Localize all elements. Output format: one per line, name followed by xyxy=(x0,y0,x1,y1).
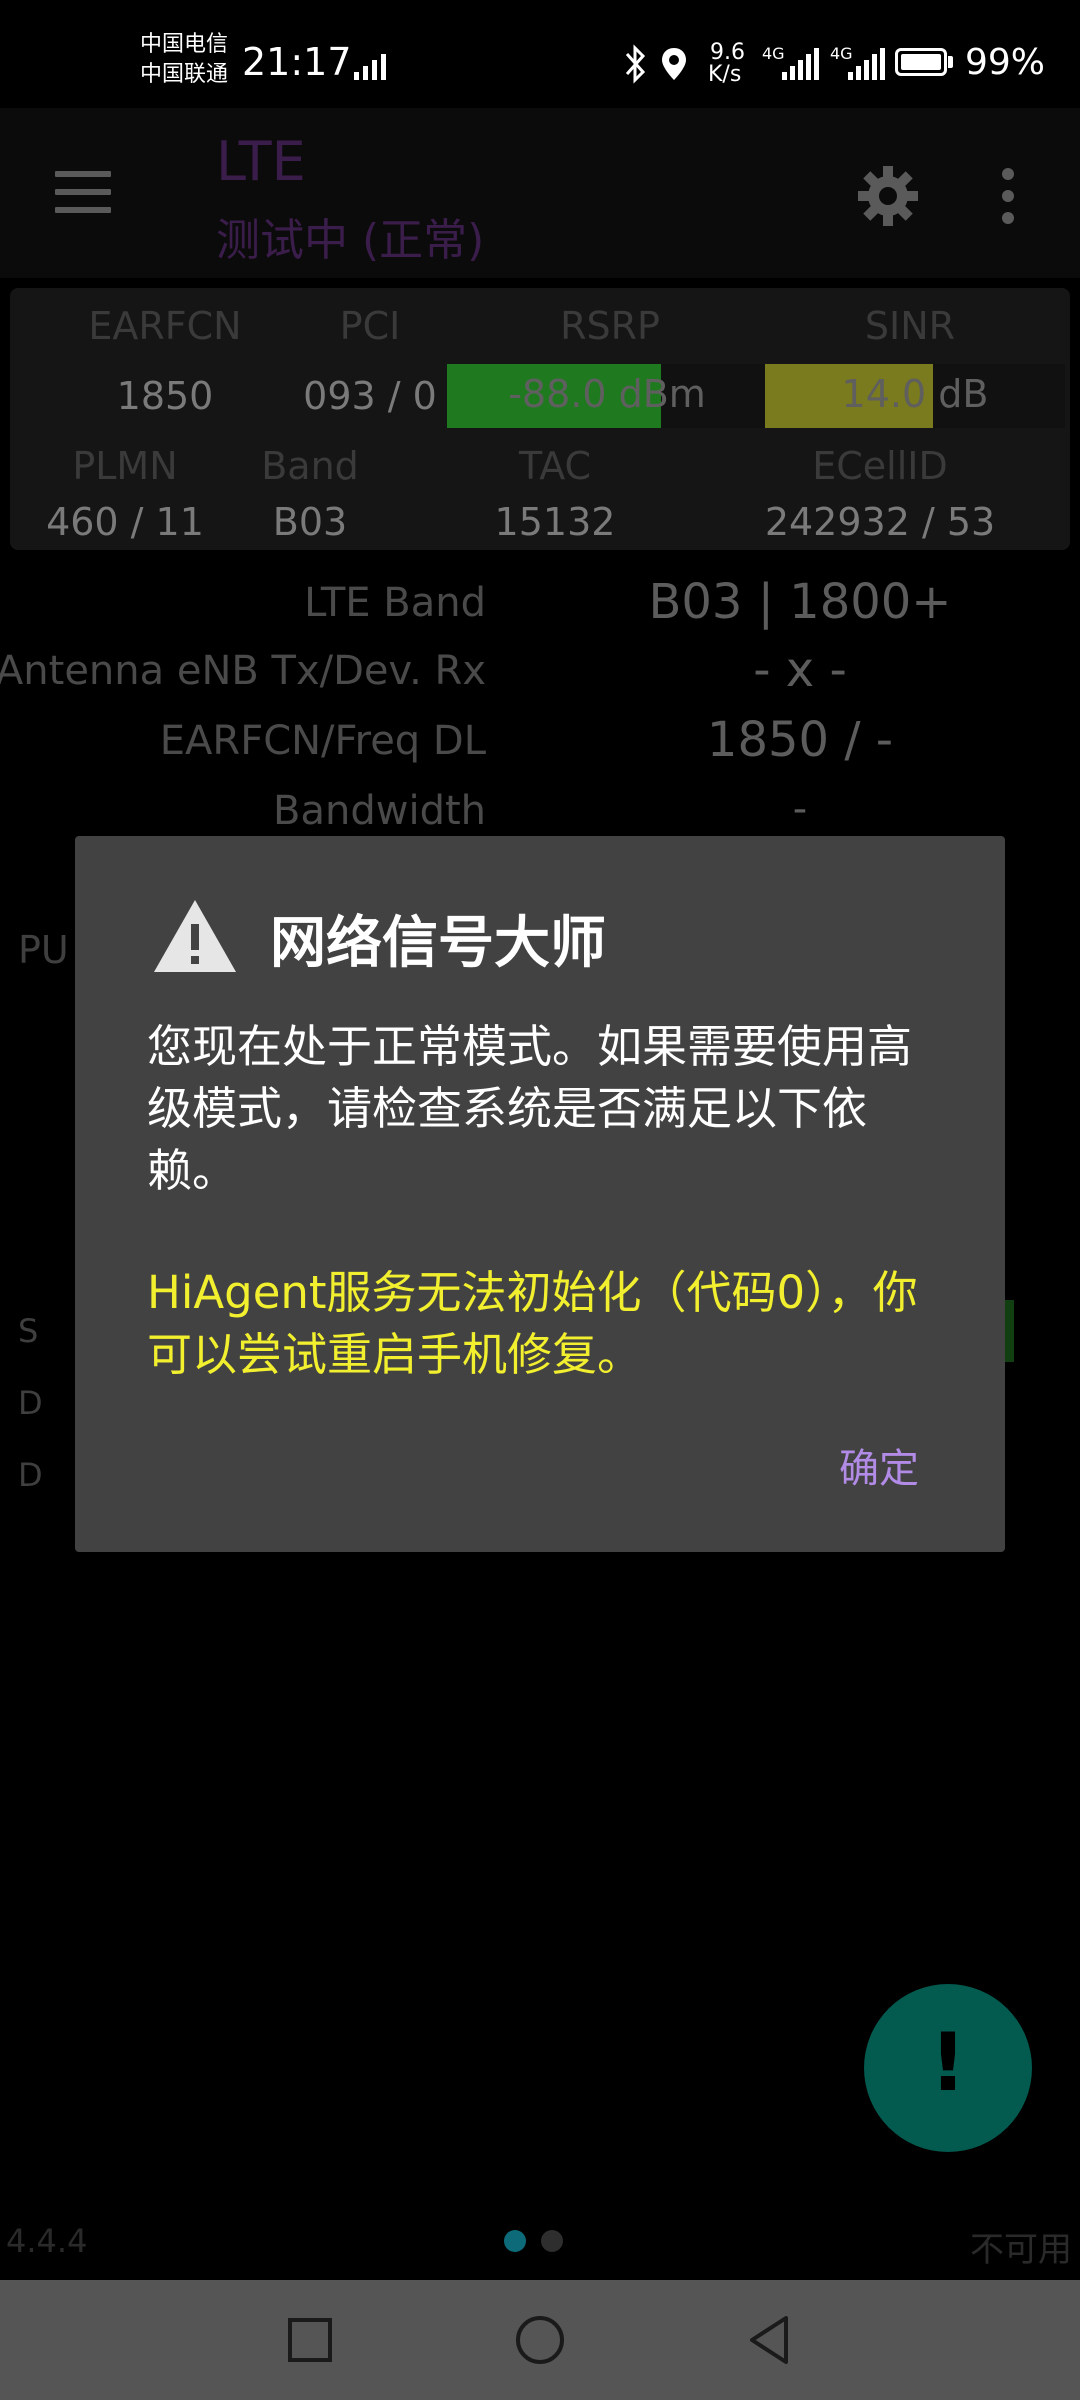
more-options-icon[interactable] xyxy=(1002,168,1018,224)
page-indicator-inactive[interactable] xyxy=(541,2230,563,2252)
value-plmn: 460 / 11 xyxy=(46,500,204,544)
toolbar-subtitle: 测试中 (正常) xyxy=(216,215,485,266)
detail-value-bandwidth: - xyxy=(792,786,808,832)
rsrp-bar: -88.0 dBm xyxy=(447,364,767,428)
detail-label-lte-band: LTE Band xyxy=(304,580,486,626)
value-rsrp: -88.0 dBm xyxy=(508,372,706,416)
signal-2-icon xyxy=(848,48,885,80)
dialog-title: 网络信号大师 xyxy=(270,911,606,976)
carrier-2: 中国联通 xyxy=(140,62,229,87)
back-icon[interactable] xyxy=(740,2310,800,2370)
wifi-call-icon xyxy=(354,54,386,80)
sinr-bar: 14.0 dB xyxy=(765,364,1065,428)
version-label: 4.4.4 xyxy=(6,2222,88,2260)
battery-tip xyxy=(948,56,953,68)
app-toolbar: LTE 测试中 (正常) xyxy=(0,108,1080,278)
value-band: B03 xyxy=(272,500,348,544)
toolbar-title: LTE xyxy=(216,130,306,193)
value-earfcn: 1850 xyxy=(116,374,214,418)
value-ecellid: 242932 / 53 xyxy=(764,500,996,544)
header-plmn: PLMN xyxy=(72,444,178,488)
side-label-s: S xyxy=(18,1312,39,1350)
warning-icon xyxy=(154,900,236,972)
carrier-labels: 中国电信 中国联通 xyxy=(140,30,228,90)
status-bar: 中国电信 中国联通 21:17 9.6 K/s 4G 4G 99% xyxy=(0,0,1080,108)
battery-percent: 99% xyxy=(965,42,1046,83)
side-indicator xyxy=(1004,1300,1014,1362)
recents-icon[interactable] xyxy=(280,2310,340,2370)
home-icon[interactable] xyxy=(510,2310,570,2370)
carrier-1: 中国电信 xyxy=(140,32,229,57)
value-tac: 15132 xyxy=(494,500,616,544)
system-navigation-bar xyxy=(0,2280,1080,2400)
ok-button[interactable]: 确定 xyxy=(839,1436,919,1494)
page-indicator-active[interactable] xyxy=(504,2230,526,2252)
detail-value-earfcn-freq: 1850 / - xyxy=(706,712,894,768)
cell-info-panel: EARFCN PCI RSRP SINR 1850 093 / 0 -88.0 … xyxy=(10,288,1070,550)
alert-fab[interactable]: ! xyxy=(864,1984,1032,2152)
signal-1-icon xyxy=(782,48,819,80)
gear-icon[interactable] xyxy=(856,164,920,228)
value-sinr: 14.0 dB xyxy=(841,372,989,416)
exclamation-icon: ! xyxy=(929,2016,967,2109)
dialog-warning-text: HiAgent服务无法初始化（代码0），你可以尝试重启手机修复。 xyxy=(147,1266,918,1381)
battery-icon xyxy=(895,48,947,76)
detail-label-antenna: Antenna eNB Tx/Dev. Rx xyxy=(0,648,486,694)
header-sinr: SINR xyxy=(864,304,956,348)
header-ecellid: ECellID xyxy=(812,444,948,488)
side-label-pu: PU xyxy=(18,928,69,972)
detail-value-lte-band: B03 | 1800+ xyxy=(648,574,952,630)
header-pci: PCI xyxy=(339,304,401,348)
speed-unit: K/s xyxy=(708,62,742,87)
header-earfcn: EARFCN xyxy=(88,304,242,348)
value-pci: 093 / 0 xyxy=(303,374,437,418)
dialog-message: 您现在处于正常模式。如果需要使用高级模式，请检查系统是否满足以下依赖。 xyxy=(147,1020,913,1197)
detail-value-antenna: - x - xyxy=(753,642,847,698)
side-label-d2: D xyxy=(18,1456,43,1494)
side-label-d1: D xyxy=(18,1384,43,1422)
header-tac: TAC xyxy=(518,444,592,488)
clock: 21:17 xyxy=(242,40,352,84)
status-label: 不可用 xyxy=(970,2230,1072,2270)
screen: 中国电信 中国联通 21:17 9.6 K/s 4G 4G 99% LTE 测试 xyxy=(0,0,1080,2400)
detail-label-bandwidth: Bandwidth xyxy=(273,788,486,834)
alert-dialog: 网络信号大师 您现在处于正常模式。如果需要使用高级模式，请检查系统是否满足以下依… xyxy=(75,836,1005,1552)
header-band: Band xyxy=(261,444,359,488)
menu-icon[interactable] xyxy=(55,171,111,213)
bluetooth-icon xyxy=(625,44,646,84)
location-icon xyxy=(662,48,686,80)
header-rsrp: RSRP xyxy=(560,304,660,348)
detail-label-earfcn-freq: EARFCN/Freq DL xyxy=(159,718,486,764)
